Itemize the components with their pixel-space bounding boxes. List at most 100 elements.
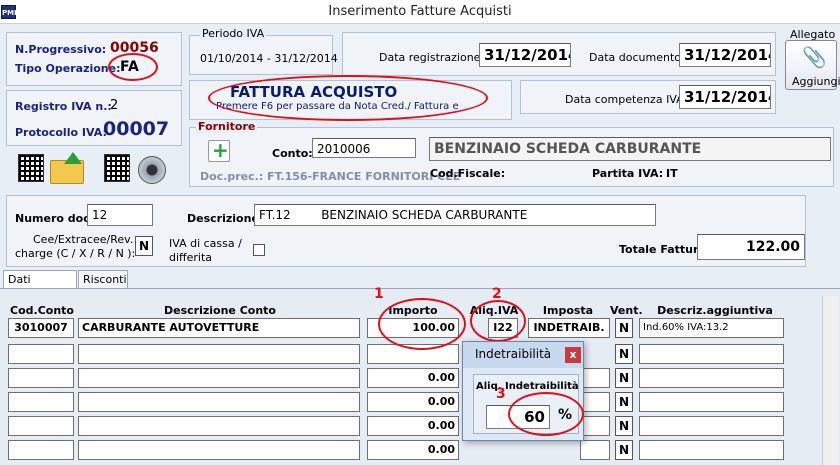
qr-import-button[interactable]: [16, 150, 88, 188]
numero-doc-label: Numero doc.:: [15, 212, 99, 225]
data-competenza-label: Data competenza IVA:: [565, 93, 688, 106]
cee-label-1: Cee/Extracee/Rev.: [33, 233, 134, 246]
row1-descr-conto[interactable]: CARBURANTE AUTOVETTURE: [78, 318, 360, 338]
qr-webcam-button[interactable]: [102, 150, 174, 188]
col-descrizione-conto: Descrizione Conto: [164, 304, 276, 317]
row3-descriz-aggiuntiva[interactable]: [639, 368, 784, 388]
row4-vent[interactable]: N: [615, 392, 633, 412]
iva-cassa-checkbox[interactable]: [253, 244, 265, 256]
registro-iva-value: 2: [110, 98, 119, 113]
grid-scrollbar[interactable]: [822, 296, 838, 465]
row6-importo[interactable]: 0.00: [367, 440, 459, 460]
conto-label: Conto:: [272, 147, 313, 160]
progressivo-panel: N.Progressivo: 00056 Tipo Operazione: FA: [6, 32, 182, 86]
add-fornitore-button[interactable]: +: [208, 138, 230, 162]
plus-icon: +: [212, 138, 229, 162]
row1-cod-conto[interactable]: 3010007: [8, 318, 74, 338]
col-imposta: Imposta: [542, 304, 594, 317]
descrizione-label: Descrizione:: [187, 212, 264, 225]
upload-arrow-icon: [64, 152, 82, 164]
row6-descr-conto[interactable]: [78, 440, 360, 460]
row5-imposta[interactable]: [580, 416, 610, 436]
annotation-3: 3: [496, 386, 506, 402]
row3-vent[interactable]: N: [615, 368, 633, 388]
fattura-title: FATTURA ACQUISTO: [230, 83, 398, 101]
documento-group: Numero doc.: 12 Descrizione: FT.12 BENZI…: [6, 195, 806, 267]
row2-importo[interactable]: [367, 344, 459, 364]
tab-risconti[interactable]: Risconti: [78, 270, 128, 288]
row1-aliq-iva[interactable]: I22: [488, 318, 518, 338]
data-competenza-panel: Data competenza IVA: 31/12/2014: [520, 80, 776, 114]
iva-cassa-label-1: IVA di cassa /: [169, 237, 242, 250]
descrizione-field[interactable]: FT.12 BENZINAIO SCHEDA CARBURANTE: [254, 204, 656, 226]
window-title: Inserimento Fatture Acquisti: [328, 4, 512, 19]
fornitore-label: Fornitore: [196, 120, 258, 133]
row4-descriz-aggiuntiva[interactable]: [639, 392, 784, 412]
row3-imposta[interactable]: [580, 368, 610, 388]
nprog-value: 00056: [110, 40, 159, 56]
row2-descriz-aggiuntiva[interactable]: [639, 344, 784, 364]
numero-doc-field[interactable]: 12: [87, 204, 153, 226]
periodo-iva-title: Periodo IVA: [200, 27, 267, 40]
title-bar: PMI Inserimento Fatture Acquisti: [0, 0, 840, 24]
aliq-indetraibilita-field[interactable]: 60: [486, 405, 550, 429]
aggiungi-label: Aggiungi: [792, 75, 840, 88]
row1-imposta[interactable]: INDETRAIB.: [528, 318, 610, 338]
paperclip-icon: 📎: [802, 45, 827, 69]
iva-cassa-label-2: differita: [169, 251, 213, 264]
row3-importo[interactable]: 0.00: [367, 368, 459, 388]
dialog-title: Indetraibilità: [475, 347, 552, 361]
row6-vent[interactable]: N: [615, 440, 633, 460]
row1-importo[interactable]: 100.00: [367, 318, 459, 338]
aggiungi-button[interactable]: 📎 Aggiungi: [785, 40, 840, 90]
row2-vent[interactable]: N: [615, 344, 633, 364]
fornitore-group: Fornitore + Conto: 2010006 BENZINAIO SCH…: [189, 120, 834, 187]
row4-importo[interactable]: 0.00: [367, 392, 459, 412]
percent-symbol: %: [558, 407, 573, 423]
row2-descr-conto[interactable]: [78, 344, 360, 364]
row6-descriz-aggiuntiva[interactable]: [639, 440, 784, 460]
row4-descr-conto[interactable]: [78, 392, 360, 412]
row2-cod-conto[interactable]: [8, 344, 74, 364]
tipo-operazione-value[interactable]: FA: [120, 59, 139, 75]
tipo-operazione-label: Tipo Operazione:: [15, 62, 121, 75]
row5-vent[interactable]: N: [615, 416, 633, 436]
data-registrazione-field[interactable]: 31/12/2014: [479, 43, 571, 67]
col-descriz-aggiuntiva: Descriz.aggiuntiva: [657, 304, 773, 317]
fornitore-name-field: BENZINAIO SCHEDA CARBURANTE: [429, 137, 831, 161]
data-competenza-field[interactable]: 31/12/2014: [679, 85, 771, 109]
aliq-indetraibilita-label: Aliq. Indetraibilità: [476, 381, 579, 392]
fattura-banner: FATTURA ACQUISTO Premere F6 per passare …: [189, 80, 512, 120]
date-panel: Data registrazione: 31/12/2014 Data docu…: [342, 32, 776, 76]
col-vent: Vent.: [610, 304, 643, 317]
conto-field[interactable]: 2010006: [312, 138, 416, 158]
nprog-label: N.Progressivo:: [15, 43, 107, 56]
row4-cod-conto[interactable]: [8, 392, 74, 412]
protocollo-iva-label: Protocollo IVA:: [15, 126, 107, 139]
data-documento-field[interactable]: 31/12/2014: [679, 43, 771, 67]
dialog-titlebar: Indetraibilità x: [463, 342, 583, 368]
row5-descr-conto[interactable]: [78, 416, 360, 436]
totale-fattura-field[interactable]: 122.00: [697, 234, 805, 260]
row3-cod-conto[interactable]: [8, 368, 74, 388]
tab-dati-contabili[interactable]: Dati Contabili: [3, 270, 77, 300]
cee-label-2: charge (C / X / R / N ):: [15, 247, 136, 260]
row5-importo[interactable]: 0.00: [367, 416, 459, 436]
row3-descr-conto[interactable]: [78, 368, 360, 388]
registro-panel: Registro IVA n.: 2 Protocollo IVA: 00007: [6, 90, 182, 146]
row1-descriz-aggiuntiva[interactable]: Ind.60% IVA:13.2: [639, 318, 784, 338]
dialog-close-button[interactable]: x: [565, 347, 581, 363]
row6-cod-conto[interactable]: [8, 440, 74, 460]
doc-prec-text: Doc.prec.: FT.156-FRANCE FORNITORI CEE: [200, 170, 461, 183]
periodo-iva-panel: Periodo IVA 01/10/2014 - 31/12/2014: [189, 27, 338, 75]
row4-imposta[interactable]: [580, 392, 610, 412]
row5-descriz-aggiuntiva[interactable]: [639, 416, 784, 436]
data-documento-label: Data documento:: [589, 51, 685, 64]
indetraibilita-dialog: Indetraibilità x Aliq. Indetraibilità 60…: [462, 341, 584, 441]
row5-cod-conto[interactable]: [8, 416, 74, 436]
row1-vent[interactable]: N: [615, 318, 633, 338]
dialog-field-group: Aliq. Indetraibilità 60 %: [473, 374, 579, 434]
cee-field[interactable]: N: [135, 236, 153, 256]
row6-imposta[interactable]: [580, 440, 610, 460]
annotation-1: 1: [374, 286, 384, 302]
